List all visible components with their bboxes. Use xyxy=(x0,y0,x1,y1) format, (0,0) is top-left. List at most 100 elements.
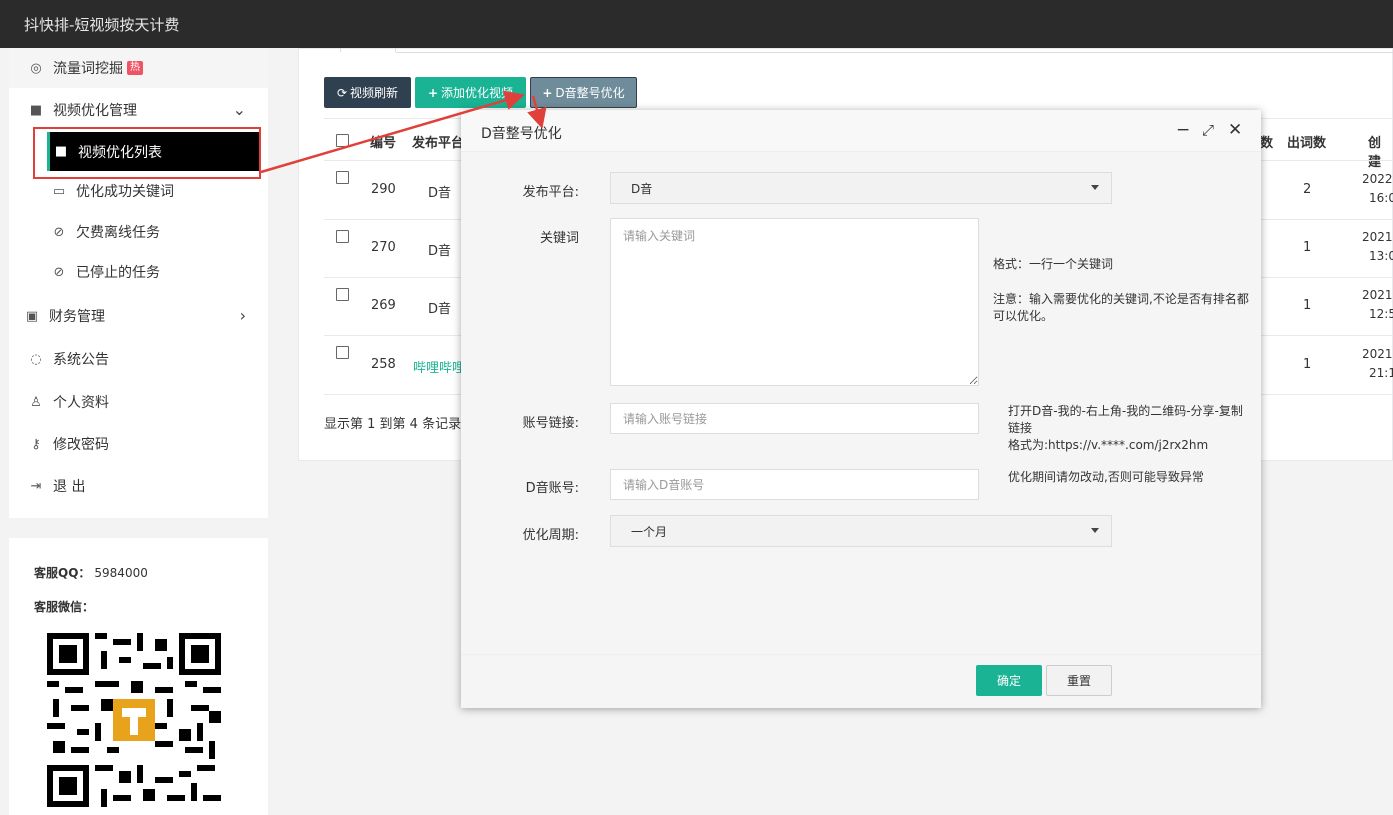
sidebar-item-traffic-keywords[interactable]: ◎ 流量词挖掘 热 xyxy=(9,48,268,88)
ban-icon: ⊘ xyxy=(53,224,65,240)
row-date: 2022- xyxy=(1362,172,1393,186)
inbox-icon: ▭ xyxy=(52,183,66,199)
row-checkbox[interactable] xyxy=(336,346,349,359)
row-count: 1 xyxy=(1303,298,1312,313)
whole-label: D音整号优化 xyxy=(555,86,625,100)
tab-divider xyxy=(396,52,1393,53)
row-time: 16:0 xyxy=(1369,191,1393,205)
money-icon: ▣ xyxy=(25,308,39,324)
period-select[interactable]: 一个月 xyxy=(610,515,1112,547)
top-bar: 抖快排-短视频按天计费 xyxy=(0,0,1393,48)
row-platform: 哔哩哔哩 xyxy=(413,361,461,376)
refresh-label: 视频刷新 xyxy=(350,86,399,100)
add-video-button[interactable]: + 添加优化视频 xyxy=(415,77,526,108)
keyword-textarea[interactable] xyxy=(610,218,979,386)
keyword-label: 关键词 xyxy=(539,231,579,246)
row-platform: D音 xyxy=(428,186,452,201)
whole-account-optimize-dialog: D音整号优化 − ⤢ ✕ 发布平台: D音 关键词 格式：一行一个关键词 注意：… xyxy=(461,110,1261,708)
hot-badge: 热 xyxy=(127,61,143,75)
sidebar-item-label: 欠费离线任务 xyxy=(76,225,160,241)
row-time: 21:1 xyxy=(1369,366,1393,380)
account-link-format: 格式为:https://v.****.com/j2rx2hm xyxy=(1008,438,1209,452)
column-header-id: 编号 xyxy=(370,136,397,151)
close-icon[interactable]: ✕ xyxy=(1228,120,1242,140)
wechat-qr-code xyxy=(47,633,221,807)
user-icon: ♙ xyxy=(30,394,42,410)
chevron-down-icon: ⌄ xyxy=(232,100,246,119)
row-time: 12:5 xyxy=(1369,307,1393,321)
column-header-words-out: 出词数 xyxy=(1287,136,1327,151)
minimize-icon[interactable]: − xyxy=(1176,120,1190,140)
sidebar-item-change-password[interactable]: ⚷ 修改密码 xyxy=(9,424,268,464)
sidebar-item-announcements[interactable]: ◌ 系统公告 xyxy=(9,339,268,379)
sidebar-item-finance[interactable]: ▣ 财务管理 › xyxy=(9,296,268,336)
dialog-title: D音整号优化 xyxy=(481,126,562,142)
keyword-note-hint: 注意：输入需要优化的关键词,不论是否有排名都可以优化。 xyxy=(993,292,1249,323)
reset-button[interactable]: 重置 xyxy=(1046,665,1112,696)
sidebar-item-logout[interactable]: ⇥ 退 出 xyxy=(9,466,268,506)
plus-icon: + xyxy=(542,85,553,100)
period-value: 一个月 xyxy=(631,524,668,539)
row-checkbox[interactable] xyxy=(336,171,349,184)
sidebar-item-profile[interactable]: ♙ 个人资料 xyxy=(9,382,268,422)
row-checkbox[interactable] xyxy=(336,230,349,243)
row-time: 13:0 xyxy=(1369,249,1393,263)
confirm-button[interactable]: 确定 xyxy=(976,665,1042,696)
chevron-down-icon xyxy=(1091,528,1099,533)
row-date: 2021- xyxy=(1362,288,1393,302)
sidebar-item-label: 修改密码 xyxy=(53,437,109,453)
comment-icon: ◌ xyxy=(30,351,42,367)
row-count: 2 xyxy=(1303,182,1312,197)
column-header-count: 数 xyxy=(1260,136,1274,151)
service-qq: 客服QQ： 5984000 xyxy=(34,564,148,581)
refresh-icon: ⟳ xyxy=(336,85,348,100)
chevron-right-icon: › xyxy=(239,306,246,325)
sidebar-item-label: 系统公告 xyxy=(53,352,109,368)
dialog-footer xyxy=(461,654,1261,708)
platform-value: D音 xyxy=(631,181,653,196)
key-icon: ⚷ xyxy=(31,436,41,452)
platform-select[interactable]: D音 xyxy=(610,172,1112,204)
whole-account-optimize-button[interactable]: + D音整号优化 xyxy=(530,77,637,108)
row-platform: D音 xyxy=(428,302,452,317)
account-link-input[interactable] xyxy=(610,403,979,434)
target-icon: ◎ xyxy=(30,60,42,76)
account-link-hint: 打开D音-我的-右上角-我的二维码-分享-复制链接 xyxy=(1008,404,1243,435)
row-id: 290 xyxy=(371,182,396,197)
chevron-down-icon xyxy=(1091,185,1099,190)
sidebar-item-label: 已停止的任务 xyxy=(76,265,160,281)
platform-label: 发布平台: xyxy=(522,185,579,200)
row-id: 270 xyxy=(371,240,396,255)
row-platform: D音 xyxy=(428,244,452,259)
account-input[interactable] xyxy=(610,469,979,500)
account-label: D音账号: xyxy=(525,481,579,496)
sidebar: ◎ 流量词挖掘 热 ■ 视频优化管理 ⌄ ■ 视频优化列表 ▭ 优化成功关键词 … xyxy=(9,48,268,518)
select-all-checkbox[interactable] xyxy=(336,134,349,147)
column-header-platform: 发布平台 xyxy=(412,136,465,151)
row-id: 269 xyxy=(371,298,396,313)
column-header-created: 创建 xyxy=(1368,136,1382,170)
customer-service-card: 客服QQ： 5984000 客服微信： xyxy=(9,538,268,815)
maximize-icon[interactable]: ⤢ xyxy=(1202,120,1214,140)
sidebar-item-video-optimization[interactable]: ■ 视频优化管理 ⌄ xyxy=(9,90,268,130)
annotation-highlight-box xyxy=(33,127,261,179)
app-title: 抖快排-短视频按天计费 xyxy=(24,16,180,34)
sidebar-item-stopped-tasks[interactable]: ⊘ 已停止的任务 xyxy=(9,252,268,292)
row-date: 2021- xyxy=(1362,230,1393,244)
row-date: 2021- xyxy=(1362,347,1393,361)
sidebar-item-arrears-offline[interactable]: ⊘ 欠费离线任务 xyxy=(9,212,268,252)
add-label: 添加优化视频 xyxy=(441,86,514,100)
plus-icon: + xyxy=(427,85,439,100)
dialog-header: D音整号优化 − ⤢ ✕ xyxy=(461,110,1261,152)
row-count: 1 xyxy=(1303,357,1312,372)
period-label: 优化周期: xyxy=(522,528,579,543)
account-link-label: 账号链接: xyxy=(522,416,579,431)
row-count: 1 xyxy=(1303,240,1312,255)
row-id: 258 xyxy=(371,357,396,372)
pagination-info: 显示第 1 到第 4 条记录 xyxy=(324,417,462,432)
dialog-body: 发布平台: D音 关键词 格式：一行一个关键词 注意：输入需要优化的关键词,不论… xyxy=(461,152,1261,654)
keyword-format-hint: 格式：一行一个关键词 xyxy=(993,257,1114,271)
sidebar-item-label: 财务管理 xyxy=(49,309,105,325)
refresh-videos-button[interactable]: ⟳ 视频刷新 xyxy=(324,77,411,108)
row-checkbox[interactable] xyxy=(336,288,349,301)
